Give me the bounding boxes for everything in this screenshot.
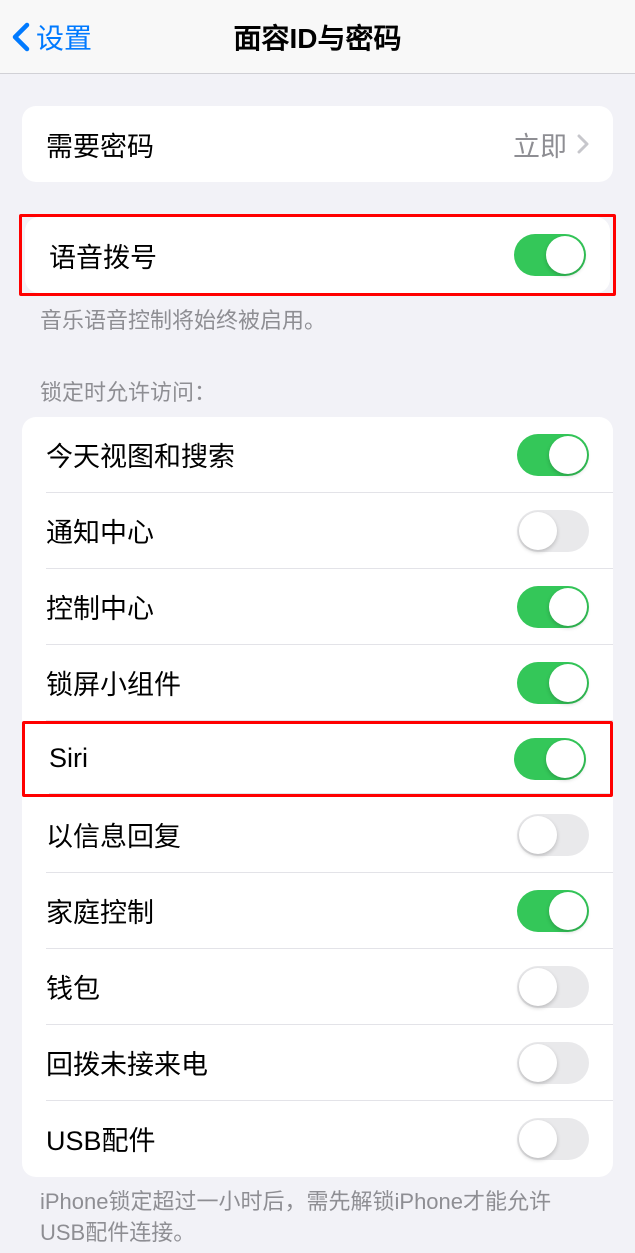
require-passcode-value: 立即: [513, 125, 567, 164]
lock-widgets-label: 锁屏小组件: [46, 663, 181, 702]
page-title: 面容ID与密码: [233, 17, 401, 57]
home-control-toggle[interactable]: [517, 890, 589, 932]
require-passcode-row[interactable]: 需要密码 立即: [22, 106, 613, 182]
reply-message-toggle[interactable]: [517, 814, 589, 856]
usb-toggle[interactable]: [517, 1118, 589, 1160]
lock-access-footer: iPhone锁定超过一小时后，需先解锁iPhone才能允许USB配件连接。: [0, 1177, 635, 1249]
reply-message-label: 以信息回复: [46, 815, 181, 854]
return-calls-label: 回拨未接来电: [46, 1043, 208, 1082]
notification-center-row: 通知中心: [22, 493, 613, 569]
lock-access-group: 今天视图和搜索通知中心控制中心锁屏小组件 Siri 以信息回复家庭控制钱包回拨未接来…: [22, 417, 613, 1177]
chevron-right-icon: [577, 134, 589, 154]
chevron-left-icon: [12, 22, 30, 52]
reply-message-row: 以信息回复: [22, 797, 613, 873]
wallet-label: 钱包: [46, 967, 100, 1006]
voice-dial-row: 语音拨号: [25, 217, 610, 293]
lock-widgets-toggle[interactable]: [517, 662, 589, 704]
return-calls-toggle[interactable]: [517, 1042, 589, 1084]
voice-dial-label: 语音拨号: [49, 236, 157, 275]
passcode-group: 需要密码 立即: [22, 106, 613, 182]
home-control-row: 家庭控制: [22, 873, 613, 949]
control-center-row: 控制中心: [22, 569, 613, 645]
wallet-toggle[interactable]: [517, 966, 589, 1008]
siri-toggle[interactable]: [514, 738, 586, 780]
siri-label: Siri: [49, 743, 88, 774]
voice-dial-toggle[interactable]: [514, 234, 586, 276]
return-calls-row: 回拨未接来电: [22, 1025, 613, 1101]
today-search-label: 今天视图和搜索: [46, 435, 235, 474]
home-control-label: 家庭控制: [46, 891, 154, 930]
lock-access-header: 锁定时允许访问：: [0, 375, 635, 417]
back-button[interactable]: 设置: [0, 17, 92, 57]
today-search-toggle[interactable]: [517, 434, 589, 476]
voice-dial-group: 语音拨号: [25, 217, 610, 293]
today-search-row: 今天视图和搜索: [22, 417, 613, 493]
control-center-label: 控制中心: [46, 587, 154, 626]
back-label: 设置: [36, 17, 92, 57]
voice-dial-footer: 音乐语音控制将始终被启用。: [0, 296, 635, 337]
navigation-bar: 设置 面容ID与密码: [0, 0, 635, 74]
lock-widgets-row: 锁屏小组件: [22, 645, 613, 721]
usb-label: USB配件: [46, 1119, 156, 1158]
usb-row: USB配件: [22, 1101, 613, 1177]
notification-center-toggle[interactable]: [517, 510, 589, 552]
notification-center-label: 通知中心: [46, 511, 154, 550]
voice-dial-highlight: 语音拨号: [19, 214, 616, 296]
siri-row: Siri: [22, 721, 613, 797]
control-center-toggle[interactable]: [517, 586, 589, 628]
wallet-row: 钱包: [22, 949, 613, 1025]
require-passcode-label: 需要密码: [46, 125, 154, 164]
